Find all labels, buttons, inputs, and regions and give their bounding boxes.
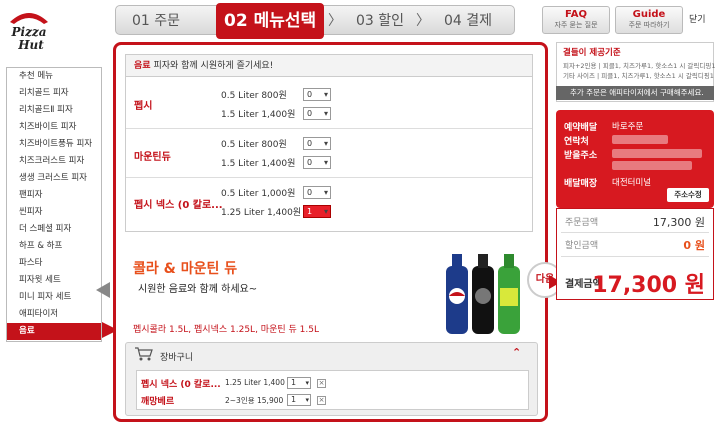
menu-item[interactable]: 미니 피자 세트	[7, 289, 101, 306]
step-order[interactable]: 01 주문	[132, 6, 180, 36]
discount-label: 할인금액	[565, 241, 599, 251]
menu-item[interactable]: 피자윗 세트	[7, 272, 101, 289]
cart-item-name: 깨망베르	[141, 397, 175, 407]
notice-title: 결들이 제공기준	[563, 48, 621, 58]
faq-title: FAQ	[565, 9, 587, 20]
drink-name-pepsi-nex: 펩시 넥스 (0 칼로...	[134, 200, 223, 211]
quantity-select[interactable]: 0	[303, 186, 331, 199]
svg-text:Hut: Hut	[17, 38, 44, 52]
cart-item-info: 1.25 Liter 1,400	[225, 378, 285, 387]
quantity-select[interactable]: 1	[303, 205, 331, 218]
drink-size: 0.5 Liter 800원	[221, 91, 287, 101]
menu-item[interactable]: 더 스페셜 피자	[7, 221, 101, 238]
drink-name-mountain-dew: 마운틴듀	[134, 152, 171, 163]
drink-size: 0.5 Liter 800원	[221, 140, 287, 150]
chevron-up-icon[interactable]: ⌃	[512, 346, 521, 359]
menu-item[interactable]: 추천 메뉴	[7, 68, 101, 85]
payment-summary: 주문금액 17,300 원 할인금액 0 원 결제금액 17,300 원	[556, 208, 714, 300]
cart-item-info: 2~3인용 15,900	[225, 396, 284, 405]
menu-item[interactable]: 치즈바이트 피자	[7, 119, 101, 136]
delivery-type-label: 예약배달	[564, 123, 598, 133]
delivery-type-value: 바로주문	[612, 122, 644, 132]
pizza-hut-logo[interactable]: Pizza Hut	[4, 2, 54, 58]
chevron-right-icon: 〉	[416, 13, 430, 29]
drink-header-text: 피자와 함께 시원하게 즐기세요!	[153, 61, 274, 71]
edit-address-button[interactable]: 주소수정	[667, 188, 709, 202]
notice-line: 피자+2인용 | 피클1, 치즈가루1, 핫소스1 시 갈릭디핑1	[563, 62, 716, 70]
quantity-select[interactable]: 0	[303, 156, 331, 169]
cart-icon	[134, 347, 154, 364]
menu-item[interactable]: 리치골드 피자	[7, 85, 101, 102]
collapse-arrow-icon[interactable]	[96, 282, 110, 298]
menu-item[interactable]: 리치골드Ⅱ 피자	[7, 102, 101, 119]
order-info: 예약배달 바로주문 연락처 받을주소 배달매장 대전터미널 주소수정	[556, 110, 714, 208]
divider	[561, 256, 709, 257]
faq-button[interactable]: FAQ 자주 묻는 질문	[542, 6, 610, 34]
svg-text:Pizza: Pizza	[11, 25, 47, 39]
menu-item-drinks[interactable]: 음료	[7, 323, 101, 340]
menu-item[interactable]: 생생 크러스트 피자	[7, 170, 101, 187]
drink-header: 음료 피자와 함께 시원하게 즐기세요!	[126, 55, 532, 77]
cart-panel: 장바구니 ⌃ 펩시 넥스 (0 칼로... 1.25 Liter 1,400 1…	[125, 342, 538, 416]
close-button[interactable]: 닫기	[689, 12, 706, 25]
promo-list: 펩시콜라 1.5L, 펩시넥스 1.25L, 마운틴 듀 1.5L	[133, 325, 319, 335]
delete-icon[interactable]: ×	[317, 396, 326, 405]
total-value: 17,300 원	[592, 273, 705, 298]
store-value: 대전터미널	[612, 178, 652, 188]
quantity-select[interactable]: 0	[303, 107, 331, 120]
menu-item[interactable]: 치즈바이트풍듀 피자	[7, 136, 101, 153]
drink-options: 음료 피자와 함께 시원하게 즐기세요! 펩시 0.5 Liter 800원 0…	[125, 54, 533, 232]
menu-category-list: 추천 메뉴 리치골드 피자 리치골드Ⅱ 피자 치즈바이트 피자 치즈바이트풍듀 …	[6, 67, 102, 342]
step-discount[interactable]: 03 할인	[356, 6, 404, 36]
drink-size: 1.5 Liter 1,400원	[221, 159, 296, 169]
drink-size: 1.25 Liter 1,400원	[221, 208, 302, 218]
menu-item[interactable]: 치즈크러스트 피자	[7, 153, 101, 170]
menu-item[interactable]: 씬피자	[7, 204, 101, 221]
step-payment[interactable]: 04 결제	[444, 6, 492, 36]
address-redacted	[612, 161, 692, 170]
quantity-select[interactable]: 0	[303, 137, 331, 150]
cart-item-name: 펩시 넥스 (0 칼로...	[141, 380, 221, 390]
chevron-right-icon: 〉	[328, 13, 342, 29]
step-menu-select[interactable]: 02 메뉴선택	[216, 3, 325, 39]
discount-value: 0 원	[683, 239, 705, 252]
contact-redacted	[612, 135, 668, 144]
order-amount-value: 17,300 원	[652, 216, 705, 229]
contact-label: 연락처	[564, 137, 589, 147]
guide-button[interactable]: Guide 주문 따라하기	[615, 6, 683, 34]
promo-title: 콜라 & 마운틴 듀	[133, 261, 238, 277]
menu-item[interactable]: 팬피자	[7, 187, 101, 204]
menu-item[interactable]: 파스타	[7, 255, 101, 272]
address-label: 받을주소	[564, 151, 598, 161]
notice-bar: 추가 주문은 애피타이저에서 구매해주세요.	[556, 86, 714, 100]
delete-icon[interactable]: ×	[317, 379, 326, 388]
store-label: 배달매장	[564, 179, 598, 189]
notice-line: 기타 사이즈 | 피클1, 치즈가루1, 핫소스1 시 갈릭디핑1	[563, 72, 714, 80]
cart-items: 펩시 넥스 (0 칼로... 1.25 Liter 1,400 1 × 깨망베르…	[136, 370, 529, 410]
divider	[126, 128, 532, 129]
guide-subtitle: 주문 따라하기	[628, 21, 670, 29]
menu-item[interactable]: 하프 & 하프	[7, 238, 101, 255]
cart-title: 장바구니	[160, 353, 194, 363]
drink-size: 1.5 Liter 1,400원	[221, 110, 296, 120]
drink-size: 0.5 Liter 1,000원	[221, 189, 296, 199]
quantity-select[interactable]: 0	[303, 88, 331, 101]
cart-qty-select[interactable]: 1	[287, 394, 311, 406]
address-redacted	[612, 149, 702, 158]
order-steps: 01 주문 02 메뉴선택 〉 03 할인 〉 04 결제	[115, 3, 515, 39]
drink-bottles-image	[440, 252, 528, 339]
drink-name-pepsi: 펩시	[134, 101, 153, 112]
faq-subtitle: 자주 묻는 질문	[554, 21, 598, 29]
divider	[126, 177, 532, 178]
divider	[561, 232, 709, 233]
guide-title: Guide	[632, 9, 666, 20]
menu-item[interactable]: 애피타이저	[7, 306, 101, 323]
order-amount-label: 주문금액	[565, 218, 599, 228]
cart-qty-select[interactable]: 1	[287, 377, 311, 389]
promo-subtitle: 시원한 음료와 함께 하세요~	[138, 284, 258, 295]
drink-header-highlight: 음료	[134, 61, 151, 71]
